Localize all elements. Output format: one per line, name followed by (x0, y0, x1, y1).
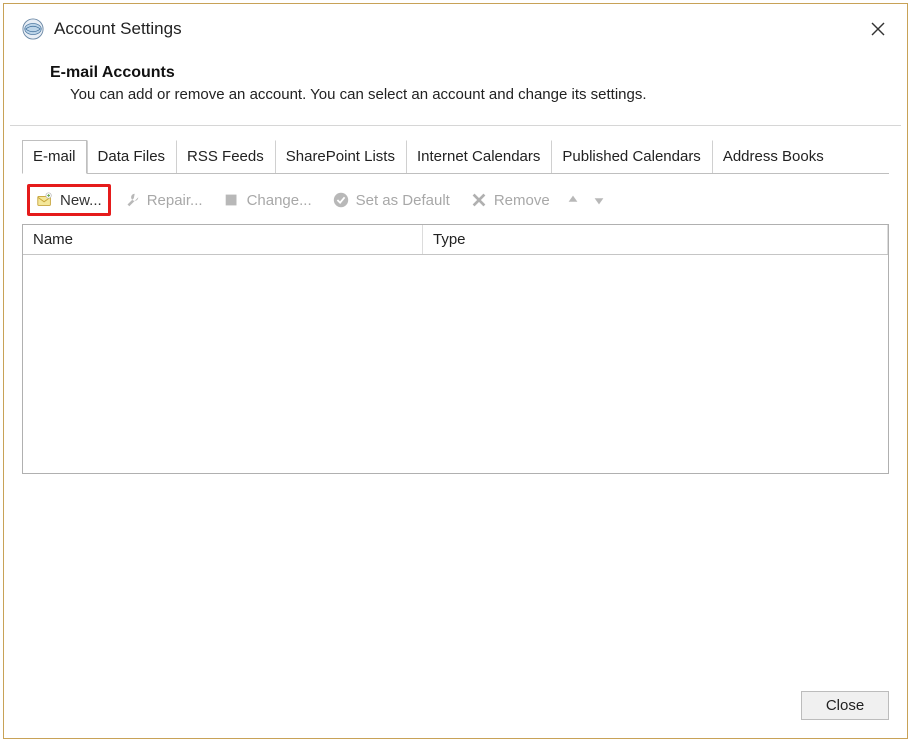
column-type[interactable]: Type (423, 225, 888, 254)
check-circle-icon (332, 191, 350, 209)
move-up-button (562, 189, 584, 211)
set-default-button: Set as Default (324, 187, 458, 213)
account-settings-dialog: Account Settings E-mail Accounts You can… (3, 3, 908, 739)
toolbar: New... Repair... Change... (22, 174, 889, 224)
tab-published-calendars[interactable]: Published Calendars (551, 140, 711, 173)
header-title: E-mail Accounts (50, 64, 889, 82)
tab-rss-feeds[interactable]: RSS Feeds (176, 140, 275, 173)
remove-button-label: Remove (494, 192, 550, 209)
list-header: Name Type (23, 225, 888, 255)
change-button: Change... (215, 187, 320, 213)
set-default-button-label: Set as Default (356, 192, 450, 209)
account-list[interactable]: Name Type (22, 224, 889, 474)
header-description: You can add or remove an account. You ca… (50, 86, 889, 103)
tab-strip: E-mail Data Files RSS Feeds SharePoint L… (22, 140, 889, 174)
tab-internet-calendars[interactable]: Internet Calendars (406, 140, 551, 173)
titlebar: Account Settings (4, 4, 907, 50)
change-button-label: Change... (247, 192, 312, 209)
tab-address-books[interactable]: Address Books (712, 140, 835, 173)
new-icon (36, 191, 54, 209)
move-down-button (588, 189, 610, 211)
repair-button: Repair... (115, 187, 211, 213)
header-section: E-mail Accounts You can add or remove an… (4, 50, 907, 125)
tab-data-files[interactable]: Data Files (87, 140, 177, 173)
tab-sharepoint-lists[interactable]: SharePoint Lists (275, 140, 406, 173)
remove-icon (470, 191, 488, 209)
new-button[interactable]: New... (27, 184, 111, 216)
tab-email[interactable]: E-mail (22, 140, 87, 174)
column-name[interactable]: Name (23, 225, 423, 254)
close-button[interactable]: Close (801, 691, 889, 720)
new-button-label: New... (60, 192, 102, 209)
close-icon[interactable] (863, 14, 893, 44)
repair-button-label: Repair... (147, 192, 203, 209)
dialog-footer: Close (4, 679, 907, 738)
change-icon (223, 191, 241, 209)
repair-icon (123, 191, 141, 209)
remove-button: Remove (462, 187, 558, 213)
window-title: Account Settings (54, 19, 863, 39)
app-icon (22, 18, 44, 40)
